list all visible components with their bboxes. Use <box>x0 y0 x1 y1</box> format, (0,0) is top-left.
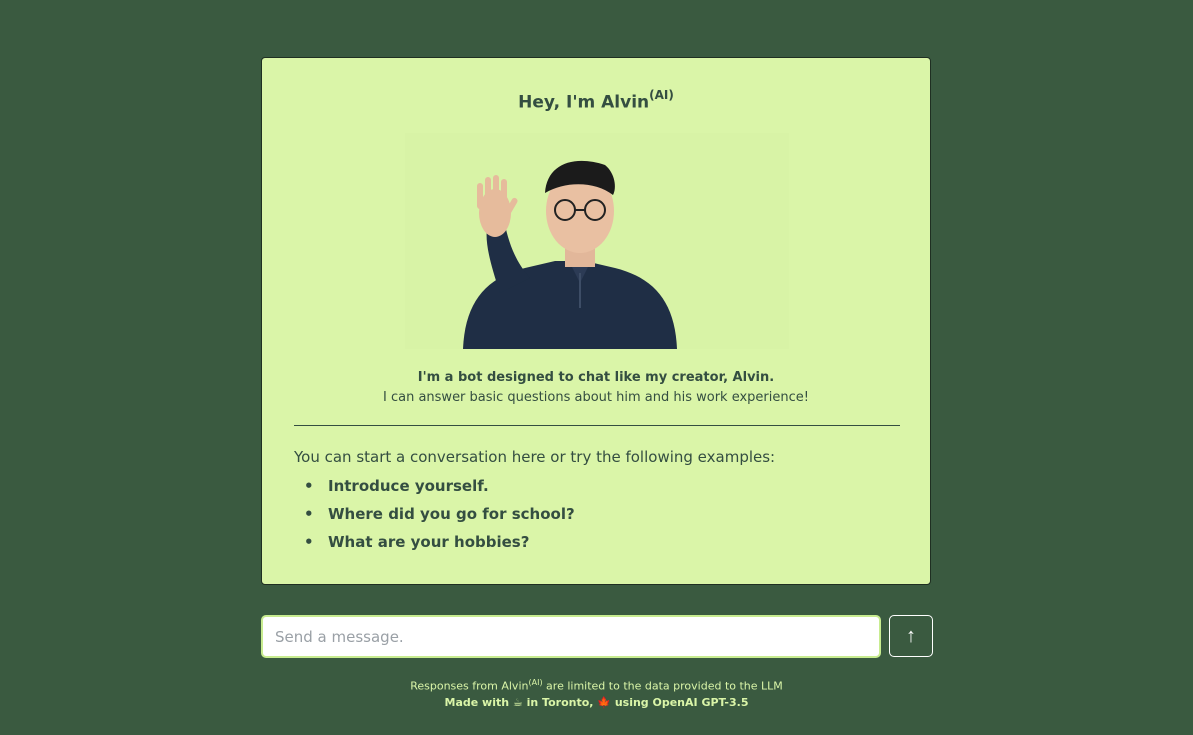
arrow-up-icon: ↑ <box>906 624 916 647</box>
footer-disclaimer-tail: are limited to the data provided to the … <box>542 679 783 693</box>
example-prompt-label: Introduce yourself. <box>328 477 489 495</box>
page-title: Hey, I'm Alvin(AI) <box>262 88 930 113</box>
divider <box>294 425 900 426</box>
examples-intro: You can start a conversation here or try… <box>294 448 776 466</box>
intro-headline: I'm a bot designed to chat like my creat… <box>417 370 775 385</box>
bullet: • <box>304 533 314 551</box>
send-button[interactable]: ↑ <box>889 615 933 657</box>
maple-leaf-icon: 🍁 <box>597 695 611 709</box>
intro-description: I can answer basic questions about him a… <box>383 390 809 405</box>
chat-card: Hey, I'm Alvin(AI) I'm a bot designed to… <box>261 57 931 585</box>
bullet: • <box>304 505 314 523</box>
example-prompt-hobbies[interactable]: • What are your hobbies? <box>294 532 575 560</box>
footer-location: in Toronto, <box>522 695 598 709</box>
message-input[interactable] <box>261 615 881 658</box>
avatar-image <box>405 133 789 349</box>
coffee-icon: ☕ <box>512 695 523 709</box>
title-text: Hey, I'm Alvin <box>518 92 650 113</box>
title-ai-superscript: (AI) <box>649 88 674 102</box>
footer-disclaimer: Responses from Alvin(AI) are limited to … <box>0 675 1193 695</box>
footer-model: using OpenAI GPT-3.5 <box>610 695 749 709</box>
footer-disclaimer-text: Responses from Alvin <box>410 679 529 693</box>
waving-person-image <box>405 133 789 349</box>
footer-ai-superscript: (AI) <box>528 678 543 687</box>
example-prompts-list: • Introduce yourself. • Where did you go… <box>294 476 575 560</box>
footer: Responses from Alvin(AI) are limited to … <box>0 675 1193 711</box>
example-prompt-introduce[interactable]: • Introduce yourself. <box>294 476 575 504</box>
example-prompt-label: What are your hobbies? <box>328 533 530 551</box>
footer-credits: Made with ☕ in Toronto, 🍁 using OpenAI G… <box>0 695 1193 711</box>
example-prompt-label: Where did you go for school? <box>328 505 575 523</box>
footer-made-with: Made with <box>444 695 513 709</box>
example-prompt-school[interactable]: • Where did you go for school? <box>294 504 575 532</box>
bullet: • <box>304 477 314 495</box>
